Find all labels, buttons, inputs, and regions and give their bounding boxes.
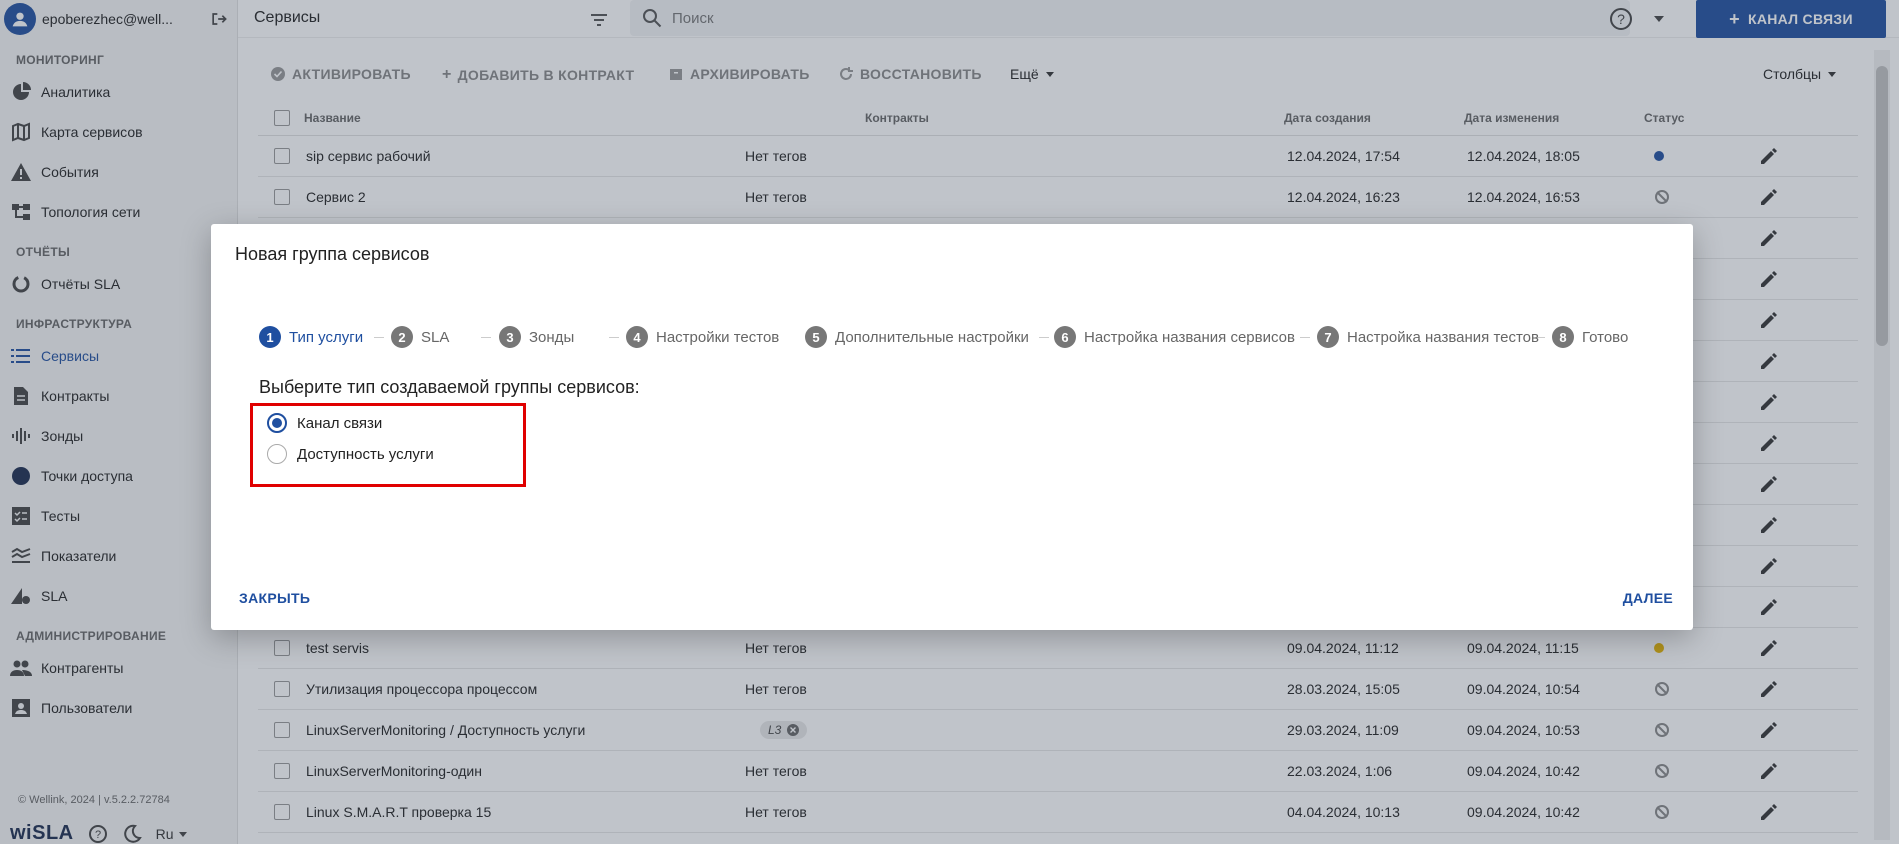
step-done: 8 Готово: [1552, 326, 1628, 348]
step-service-type: 1 Тип услуги: [259, 326, 363, 348]
step-test-naming: 7 Настройка названия тестов: [1317, 326, 1539, 348]
radio-channel[interactable]: [267, 413, 287, 433]
step-test-settings: 4 Настройки тестов: [626, 326, 779, 348]
new-service-group-dialog: Новая группа сервисов 1 Тип услуги 2 SLA…: [211, 224, 1693, 630]
step-additional-settings: 5 Дополнительные настройки: [805, 326, 1029, 348]
group-type-question: Выберите тип создаваемой группы сервисов…: [259, 377, 640, 397]
step-connector: [1039, 337, 1049, 338]
step-probes: 3 Зонды: [499, 326, 574, 348]
step-sla: 2 SLA: [391, 326, 449, 348]
step-connector: [374, 337, 384, 338]
stepper: 1 Тип услуги 2 SLA 3 Зонды 4 Настройки т…: [259, 326, 1659, 350]
step-connector: [1300, 337, 1310, 338]
radio-option-availability[interactable]: Доступность услуги: [267, 444, 434, 464]
service-type-radio-group: Канал связи Доступность услуги: [250, 403, 526, 487]
step-service-naming: 6 Настройка названия сервисов: [1054, 326, 1295, 348]
next-button[interactable]: ДАЛЕЕ: [1623, 590, 1673, 606]
radio-option-channel[interactable]: Канал связи: [267, 413, 382, 433]
radio-availability[interactable]: [267, 444, 287, 464]
close-button[interactable]: ЗАКРЫТЬ: [239, 590, 310, 606]
dialog-title: Новая группа сервисов: [235, 244, 430, 264]
step-connector: [609, 337, 619, 338]
step-connector: [481, 337, 491, 338]
